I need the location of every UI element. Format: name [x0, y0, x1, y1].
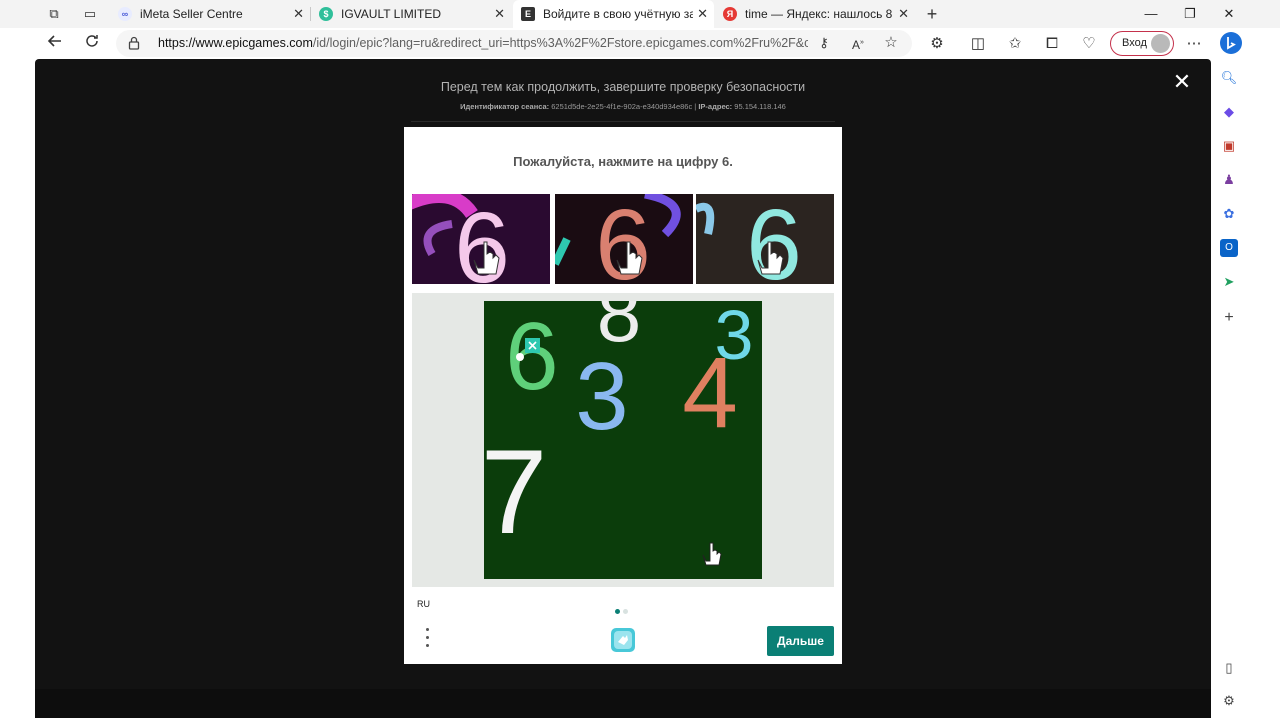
close-window-button[interactable]: ✕	[1209, 0, 1249, 28]
back-icon[interactable]	[44, 33, 66, 55]
progress-dot-active	[615, 609, 620, 614]
language-selector[interactable]: RU	[417, 599, 430, 609]
copilot-icon[interactable]	[1219, 31, 1242, 54]
url-host: https://www.epicgames.com	[158, 36, 313, 50]
url-path: /id/login/epic?lang=ru&redirect_uri=http…	[312, 36, 808, 50]
browser-essentials-icon[interactable]: ♡	[1078, 33, 1100, 55]
digit-6[interactable]: 6	[505, 303, 558, 410]
digit-3-cyan[interactable]: 3	[715, 301, 754, 374]
hcaptcha-logo-icon[interactable]	[609, 626, 637, 654]
tab-imeta[interactable]: ∞ iMeta Seller Centre ✕	[110, 0, 310, 28]
divider	[411, 121, 835, 122]
login-label: Вход	[1122, 37, 1147, 49]
refresh-icon[interactable]	[81, 33, 103, 55]
games-icon[interactable]: ♟	[1220, 171, 1238, 189]
microsoft365-icon[interactable]: ✿	[1220, 205, 1238, 223]
collections-icon[interactable]: ⧠	[1041, 33, 1063, 55]
tab-yandex[interactable]: Я time — Яндекс: нашлось 8 тыс. ✕	[715, 0, 915, 28]
tab-title: IGVAULT LIMITED	[341, 7, 442, 21]
captcha-prompt: Пожалуйста, нажмите на цифру 6.	[513, 154, 733, 169]
tab-strip: ⧉ ▭ ∞ iMeta Seller Centre ✕ $ IGVAULT LI…	[0, 0, 1280, 28]
progress-dots	[615, 601, 631, 619]
drop-icon[interactable]: ➤	[1220, 273, 1238, 291]
address-bar[interactable]: https://www.epicgames.com/id/login/epic?…	[116, 30, 912, 57]
shopping-tag-icon[interactable]: ◆	[1220, 103, 1238, 121]
edge-sidebar: 🔍︎ ◆ ▣ ♟ ✿ O ➤ + ▯ ⚙	[1212, 59, 1280, 720]
close-icon[interactable]: ✕	[697, 0, 708, 28]
session-info: Идентификатор сеанса: 6251d5de-2e25-4f1e…	[35, 102, 1211, 111]
session-id: 6251d5de-2e25-4f1e-902a-e340d934e86c	[551, 102, 693, 111]
example-image-1: 6	[412, 194, 550, 284]
digit-3[interactable]: 3	[575, 343, 628, 450]
tab-title: time — Яндекс: нашлось 8 тыс.	[745, 7, 895, 21]
security-check-title: Перед тем как продолжить, завершите пров…	[440, 80, 806, 94]
maximize-button[interactable]: ❐	[1170, 0, 1210, 28]
example-image-3: 6	[696, 194, 834, 284]
favorite-star-icon[interactable]: ☆	[880, 32, 902, 54]
tools-icon[interactable]: ▣	[1220, 137, 1238, 155]
workspaces-icon[interactable]: ⧉	[43, 4, 65, 24]
more-menu-icon[interactable]: ⋯	[1183, 33, 1205, 55]
split-screen-icon[interactable]: ◫	[967, 33, 989, 55]
click-marker	[516, 353, 524, 361]
new-tab-button[interactable]: +	[922, 3, 942, 25]
tab-epic-login[interactable]: E Войдите в свою учётную запис ✕	[513, 0, 714, 28]
captcha-challenge-image[interactable]: 6 8 3 4 3 7	[484, 301, 762, 579]
menu-dots-icon[interactable]	[422, 628, 432, 650]
minimize-button[interactable]: —	[1131, 0, 1171, 28]
outlook-icon[interactable]: O	[1220, 239, 1238, 257]
sidebar-toggle-icon[interactable]: ▯	[1220, 659, 1238, 677]
close-icon[interactable]: ✕	[898, 0, 909, 28]
settings-gear-icon[interactable]: ⚙	[1220, 692, 1238, 710]
ip-address: 95.154.118.146	[734, 102, 786, 111]
close-icon[interactable]: ✕	[293, 0, 304, 28]
key-icon[interactable]: ⚷	[813, 32, 835, 54]
captcha-card: Пожалуйста, нажмите на цифру 6. 6 6 6 6 …	[404, 127, 842, 664]
search-icon[interactable]: 🔍︎	[1220, 69, 1238, 87]
tab-igvault[interactable]: $ IGVAULT LIMITED ✕	[311, 0, 511, 28]
yandex-icon: Я	[723, 7, 737, 21]
lock-icon[interactable]	[128, 36, 140, 50]
read-aloud-icon[interactable]: A»	[847, 32, 869, 54]
next-button[interactable]: Дальше	[767, 626, 834, 656]
progress-dot	[623, 609, 628, 614]
extensions-icon[interactable]: ⚙	[926, 33, 948, 55]
ip-label: IP-адрес:	[698, 102, 733, 111]
profile-login-button[interactable]: Вход	[1110, 31, 1174, 56]
tab-title: Войдите в свою учётную запис	[543, 7, 693, 21]
close-icon[interactable]: ✕	[1171, 71, 1193, 93]
mouse-cursor-icon	[702, 542, 722, 566]
igvault-icon: $	[319, 7, 333, 21]
digit-7[interactable]: 7	[484, 425, 547, 559]
favorites-icon[interactable]: ✩	[1004, 33, 1026, 55]
session-label: Идентификатор сеанса:	[460, 102, 550, 111]
close-icon[interactable]: ✕	[494, 0, 505, 28]
tab-actions-icon[interactable]: ▭	[79, 4, 101, 24]
url-text[interactable]: https://www.epicgames.com/id/login/epic?…	[158, 30, 808, 57]
add-icon[interactable]: +	[1220, 309, 1238, 327]
imeta-icon: ∞	[118, 7, 132, 21]
browser-toolbar: https://www.epicgames.com/id/login/epic?…	[0, 28, 1280, 59]
epic-games-icon: E	[521, 7, 535, 21]
avatar	[1151, 34, 1170, 53]
example-image-2: 6	[555, 194, 693, 284]
page-footer-band	[35, 689, 1211, 718]
tab-title: iMeta Seller Centre	[140, 7, 243, 21]
